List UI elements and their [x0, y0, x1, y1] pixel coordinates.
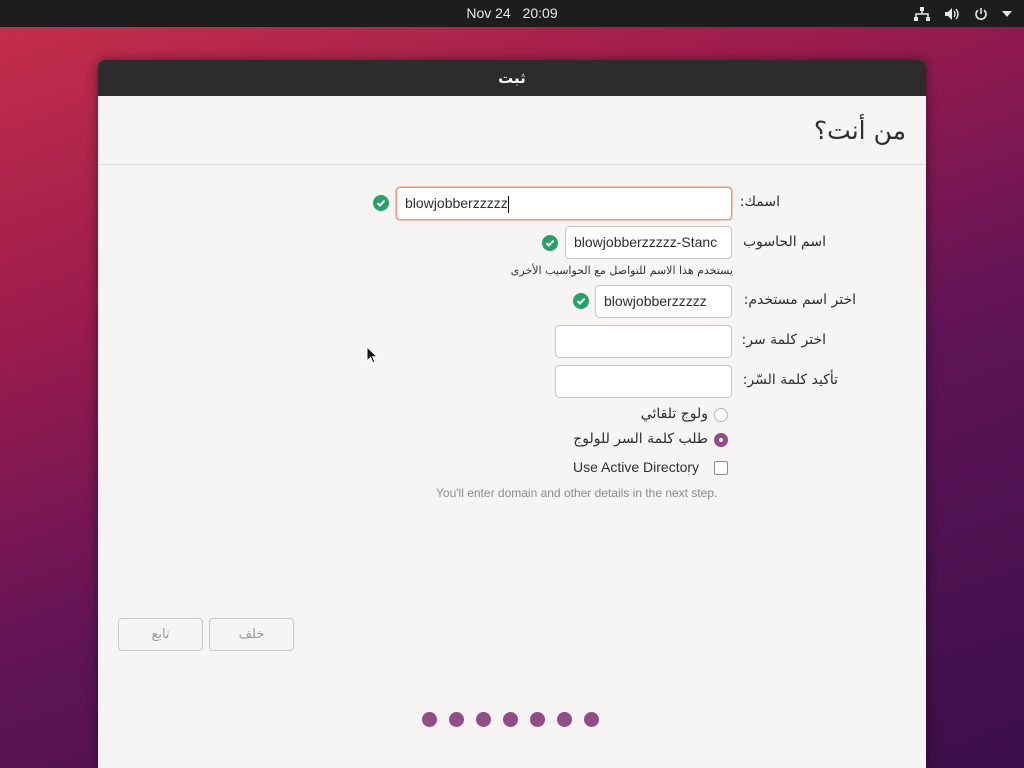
require-password-radio[interactable]: [714, 433, 728, 447]
progress-dot: [422, 712, 437, 727]
chevron-down-icon[interactable]: [1002, 10, 1012, 17]
computer-name-hint: يستخدم هذا الاسم للتواصل مع الحواسيب الأ…: [510, 264, 733, 277]
username-label: اختر اسم مستخدم:: [743, 292, 856, 308]
active-directory-note: You'll enter domain and other details in…: [436, 486, 718, 500]
computer-name-label: اسم الحاسوب: [743, 234, 826, 250]
network-icon[interactable]: [914, 6, 930, 21]
active-directory-label[interactable]: Use Active Directory: [573, 459, 699, 475]
password-label: اختر كلمة سر:: [741, 332, 826, 348]
name-label: اسمك:: [739, 194, 780, 210]
progress-dot: [503, 712, 518, 727]
progress-dot: [449, 712, 464, 727]
login-automatically-label[interactable]: ولوج تلقائي: [641, 406, 708, 422]
confirm-password-label: تأكيد كلمة السّر:: [742, 372, 838, 388]
progress-dot: [530, 712, 545, 727]
name-value: blowjobberzzzzz: [405, 195, 508, 211]
computer-name-field[interactable]: blowjobberzzzzz-Stanc: [565, 226, 732, 259]
text-caret: [507, 195, 509, 213]
mouse-pointer-icon: [366, 345, 379, 368]
system-tray[interactable]: [914, 0, 1012, 27]
page-title: من أنت؟: [813, 116, 906, 145]
name-field[interactable]: blowjobberzzzzz: [396, 187, 732, 220]
password-field[interactable]: [555, 325, 732, 358]
computer-name-value: blowjobberzzzzz-Stanc: [574, 234, 718, 250]
computer-name-valid-check-icon: [542, 235, 558, 251]
require-password-label[interactable]: طلب كلمة السر للولوج: [573, 431, 708, 447]
top-bar: Nov 24 20:09: [0, 0, 1024, 27]
username-field[interactable]: blowjobberzzzzz: [595, 285, 732, 318]
login-automatically-radio[interactable]: [714, 408, 728, 422]
back-button[interactable]: خلف: [209, 618, 294, 651]
power-icon[interactable]: [974, 7, 988, 21]
progress-dot: [584, 712, 599, 727]
clock-date: Nov 24: [466, 5, 511, 21]
active-directory-checkbox[interactable]: [714, 461, 728, 475]
installer-window: ثبت من أنت؟ اسمك: blowjobberzzzzz اسم ال…: [98, 60, 926, 768]
confirm-password-field[interactable]: [555, 365, 732, 398]
volume-icon[interactable]: [944, 7, 960, 21]
clock-time: 20:09: [522, 5, 558, 21]
clock[interactable]: Nov 24 20:09: [0, 0, 1024, 27]
progress-dots: [422, 712, 599, 727]
progress-dot: [476, 712, 491, 727]
username-value: blowjobberzzzzz: [604, 293, 707, 309]
window-title: ثبت: [98, 60, 926, 96]
continue-button[interactable]: تابع: [118, 618, 203, 651]
username-valid-check-icon: [573, 293, 589, 309]
name-valid-check-icon: [373, 195, 389, 211]
progress-dot: [557, 712, 572, 727]
divider: [98, 164, 926, 165]
